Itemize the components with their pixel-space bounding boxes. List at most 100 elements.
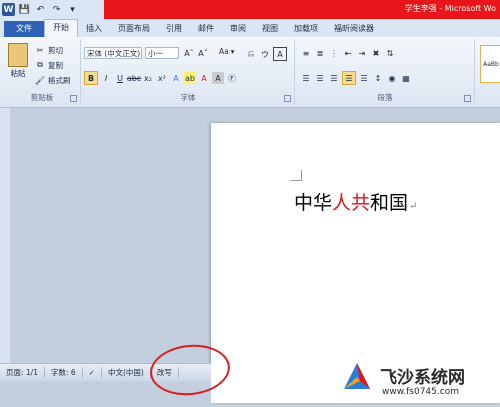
- chevron-down-icon: ▾: [230, 47, 235, 56]
- watermark-name: 飞沙系统网: [380, 368, 465, 388]
- ribbon-tabs: 文件 开始 插入 页面布局 引用 邮件 审阅 视图 加载项 福昕阅读器: [0, 19, 500, 37]
- title-bar: W 💾 ↶ ↷ ▾ 学生李强 - Microsoft Wo: [0, 0, 500, 19]
- font-group: 宋体 (中文正文) 小一 Aˆ Aˇ Aa ▾ ⎌ ウ A B I U abc x…: [82, 39, 295, 105]
- brush-icon: 🖌: [34, 75, 46, 85]
- tab-file[interactable]: 文件: [4, 21, 44, 37]
- tab-page-layout[interactable]: 页面布局: [110, 21, 158, 37]
- page-count[interactable]: 页面: 1/1: [0, 367, 45, 378]
- bullets-icon[interactable]: ≡: [300, 47, 312, 59]
- copy-icon: ⧉: [37, 60, 43, 69]
- customize-toolbar-icon[interactable]: ▾: [66, 3, 79, 16]
- tab-home[interactable]: 开始: [44, 19, 78, 37]
- align-center-icon[interactable]: ☰: [314, 72, 326, 84]
- text-segment-1: 中华: [294, 192, 333, 214]
- enclosed-char-icon[interactable]: Ⓕ: [226, 72, 238, 84]
- document-text[interactable]: 中华人共和国↵: [294, 188, 417, 215]
- tab-mailings[interactable]: 邮件: [190, 21, 222, 37]
- font-name-select[interactable]: 宋体 (中文正文): [84, 47, 142, 59]
- font-extra-tools: ⎌ ウ A: [245, 47, 287, 61]
- undo-icon[interactable]: ↶: [34, 3, 47, 16]
- paragraph-launcher-icon[interactable]: [464, 95, 471, 102]
- font-format-row: B I U abc x₂ x² A ab A A Ⓕ: [84, 71, 238, 85]
- phonetic-guide-icon[interactable]: ウ: [259, 48, 271, 60]
- clipboard-launcher-icon[interactable]: [70, 95, 77, 102]
- paste-button[interactable]: 粘贴: [8, 43, 28, 79]
- save-icon[interactable]: 💾: [18, 3, 31, 16]
- tab-addins[interactable]: 加载项: [286, 21, 326, 37]
- line-spacing-icon[interactable]: ↕: [372, 72, 384, 84]
- styles-group: AaBb: [478, 39, 500, 105]
- font-size-select[interactable]: 小一: [145, 47, 179, 59]
- text-effects-icon[interactable]: A: [170, 72, 182, 84]
- vertical-ruler: [0, 108, 10, 363]
- bold-icon[interactable]: B: [84, 71, 98, 85]
- clipboard-group-label: 剪贴板: [30, 93, 54, 102]
- highlight-icon[interactable]: ab: [184, 72, 196, 84]
- underline-icon[interactable]: U: [114, 72, 126, 84]
- font-launcher-icon[interactable]: [284, 95, 291, 102]
- word-logo-icon[interactable]: W: [2, 3, 15, 16]
- strikethrough-icon[interactable]: abc: [127, 72, 141, 84]
- format-painter-label: 格式刷: [48, 75, 71, 85]
- subscript-icon[interactable]: x₂: [142, 72, 154, 84]
- language-indicator[interactable]: 中文(中国): [102, 367, 151, 378]
- copy-label: 复制: [48, 60, 63, 70]
- grow-font-icon[interactable]: Aˆ: [183, 47, 195, 59]
- site-watermark: 飞沙系统网 www.fs0745.com: [340, 357, 500, 407]
- text-segment-2: 和国: [370, 192, 409, 214]
- paragraph-mark-icon: ↵: [409, 201, 418, 212]
- tab-references[interactable]: 引用: [158, 21, 190, 37]
- distributed-icon[interactable]: ☰: [358, 72, 370, 84]
- window-title: 学生李强 - Microsoft Wo: [404, 4, 496, 13]
- multilevel-list-icon[interactable]: ⋮: [328, 47, 340, 59]
- style-preview-label: AaBb: [483, 60, 499, 68]
- font-group-label: 字体: [180, 93, 196, 102]
- word-count[interactable]: 字数: 6: [45, 367, 83, 378]
- align-tools-row: ☰ ☰ ☰ ☰ ☰ ↕ ◉ ▦: [300, 71, 412, 85]
- watermark-url: www.fs0745.com: [382, 387, 459, 397]
- sort-icon[interactable]: ⇅: [384, 47, 396, 59]
- scissors-icon: ✂: [36, 45, 44, 55]
- shading-icon[interactable]: ◉: [386, 72, 398, 84]
- proofing-icon[interactable]: ✓: [83, 367, 102, 378]
- justify-icon[interactable]: ☰: [342, 71, 356, 85]
- change-case-label: Aa: [219, 47, 229, 56]
- italic-icon[interactable]: I: [100, 72, 112, 84]
- watermark-logo-icon: [344, 363, 370, 389]
- list-tools-row: ≡ ≣ ⋮ ⇤ ⇥ ✖ ⇅: [300, 47, 396, 59]
- ribbon: 粘贴 ✂ 剪切 ⧉ 复制 🖌 格式刷 剪贴板 宋体 (中文正文) 小一 Aˆ Aˇ A…: [0, 37, 500, 108]
- style-normal-button[interactable]: AaBb: [480, 45, 500, 83]
- grow-shrink-font: Aˆ Aˇ: [183, 47, 209, 59]
- increase-indent-icon[interactable]: ⇥: [356, 47, 368, 59]
- font-color-icon[interactable]: A: [198, 72, 210, 84]
- redo-icon[interactable]: ↷: [50, 3, 63, 16]
- format-painter-button[interactable]: 🖌 格式刷: [34, 74, 71, 86]
- borders-icon[interactable]: ▦: [400, 72, 412, 84]
- char-shading-icon[interactable]: A: [212, 72, 224, 84]
- superscript-icon[interactable]: x²: [156, 72, 168, 84]
- chinese-layout-icon[interactable]: ✖: [370, 47, 382, 59]
- text-boundary-marker: [291, 170, 302, 181]
- align-left-icon[interactable]: ☰: [300, 72, 312, 84]
- numbering-icon[interactable]: ≣: [314, 47, 326, 59]
- cut-button[interactable]: ✂ 剪切: [34, 44, 63, 56]
- decrease-indent-icon[interactable]: ⇤: [342, 47, 354, 59]
- clipboard-group: 粘贴 ✂ 剪切 ⧉ 复制 🖌 格式刷 剪贴板: [4, 39, 81, 105]
- paste-icon: [8, 43, 28, 67]
- paragraph-group-label: 段落: [377, 93, 393, 102]
- tab-review[interactable]: 审阅: [222, 21, 254, 37]
- tab-view[interactable]: 视图: [254, 21, 286, 37]
- char-border-icon[interactable]: A: [273, 47, 287, 61]
- paste-label: 粘贴: [10, 69, 26, 78]
- change-case-button[interactable]: Aa ▾: [219, 47, 235, 56]
- paragraph-group: ≡ ≣ ⋮ ⇤ ⇥ ✖ ⇅ ☰ ☰ ☰ ☰ ☰ ↕ ◉ ▦ 段落: [296, 39, 475, 105]
- quick-access-toolbar: W 💾 ↶ ↷ ▾: [2, 2, 79, 17]
- text-segment-red: 人共: [332, 192, 371, 214]
- align-right-icon[interactable]: ☰: [328, 72, 340, 84]
- clear-format-icon[interactable]: ⎌: [245, 48, 257, 60]
- copy-button[interactable]: ⧉ 复制: [34, 59, 63, 71]
- shrink-font-icon[interactable]: Aˇ: [197, 47, 209, 59]
- tab-insert[interactable]: 插入: [78, 21, 110, 37]
- tab-foxit-reader[interactable]: 福昕阅读器: [326, 21, 382, 37]
- cut-label: 剪切: [48, 45, 63, 55]
